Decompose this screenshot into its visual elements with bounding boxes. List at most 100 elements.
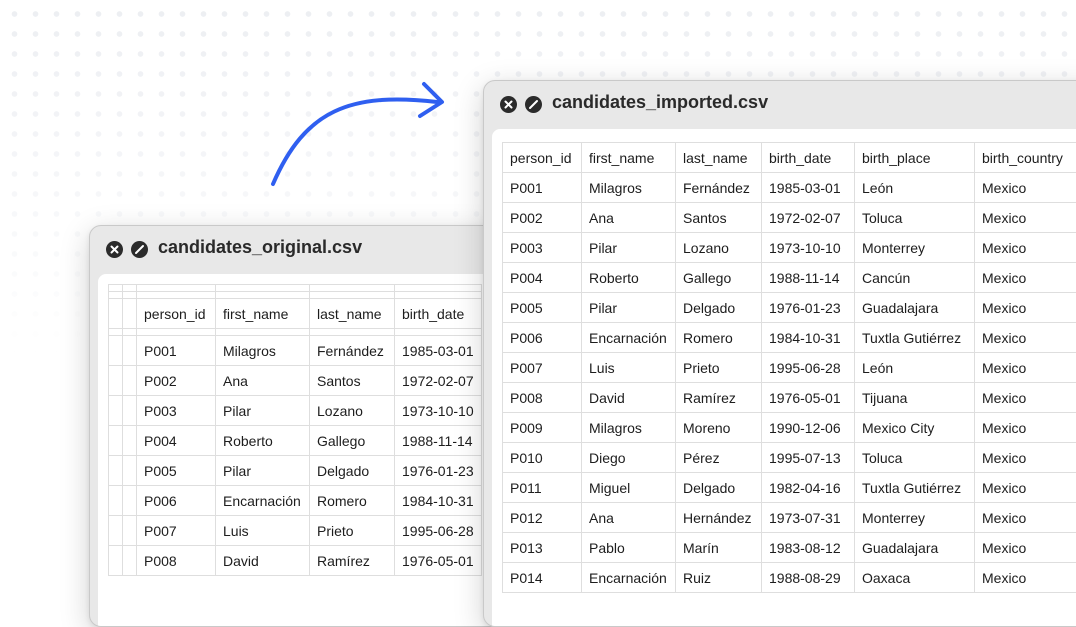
table-cell[interactable]: P005 <box>503 293 582 323</box>
table-cell[interactable]: Ana <box>216 366 310 396</box>
table-cell[interactable]: Fernández <box>310 336 395 366</box>
table-row[interactable]: P010DiegoPérez1995-07-13TolucaMexico <box>503 443 1076 473</box>
table-cell[interactable]: Moreno <box>676 413 762 443</box>
table-row[interactable]: P006EncarnaciónRomero1984-10-31Tuxtla Gu… <box>503 323 1076 353</box>
table-row[interactable]: P012AnaHernández1973-07-31MonterreyMexic… <box>503 503 1076 533</box>
table-row[interactable]: P003PilarLozano1973-10-10MonterreyMexico <box>503 233 1076 263</box>
column-header[interactable]: person_id <box>137 299 216 329</box>
table-cell[interactable]: León <box>855 353 975 383</box>
table-cell[interactable]: 1984-10-31 <box>395 486 482 516</box>
table-cell[interactable]: Mexico <box>975 563 1076 593</box>
table-cell[interactable]: Pilar <box>216 456 310 486</box>
table-cell[interactable]: Mexico <box>975 533 1076 563</box>
table-cell[interactable]: Luis <box>216 516 310 546</box>
table-cell[interactable]: 1995-07-13 <box>762 443 855 473</box>
table-cell[interactable]: Marín <box>676 533 762 563</box>
table-cell[interactable]: Prieto <box>676 353 762 383</box>
table-cell[interactable]: Encarnación <box>216 486 310 516</box>
table-cell[interactable]: León <box>855 173 975 203</box>
close-icon[interactable] <box>106 241 123 258</box>
table-cell[interactable]: 1988-11-14 <box>762 263 855 293</box>
table-cell[interactable]: P012 <box>503 503 582 533</box>
table-cell[interactable]: Mexico <box>975 203 1076 233</box>
table-cell[interactable]: Tuxtla Gutiérrez <box>855 473 975 503</box>
table-cell[interactable]: Diego <box>582 443 676 473</box>
table-cell[interactable]: Mexico <box>975 173 1076 203</box>
column-header[interactable]: person_id <box>503 143 582 173</box>
table-cell[interactable]: Pilar <box>582 233 676 263</box>
table-cell[interactable]: P001 <box>503 173 582 203</box>
table-cell[interactable]: Pérez <box>676 443 762 473</box>
table-cell[interactable]: 1976-05-01 <box>395 546 482 576</box>
table-cell[interactable]: Guadalajara <box>855 533 975 563</box>
table-cell[interactable]: 1976-05-01 <box>762 383 855 413</box>
table-cell[interactable]: 1976-01-23 <box>395 456 482 486</box>
table-cell[interactable]: P007 <box>503 353 582 383</box>
column-header[interactable]: last_name <box>310 299 395 329</box>
table-row[interactable]: P007LuisPrieto1995-06-28LeónMexico <box>503 353 1076 383</box>
table-cell[interactable]: 1972-02-07 <box>762 203 855 233</box>
column-header[interactable]: birth_date <box>395 299 482 329</box>
table-row[interactable]: P006EncarnaciónRomero1984-10-31 <box>109 486 482 516</box>
table-cell[interactable]: Romero <box>676 323 762 353</box>
table-cell[interactable]: Toluca <box>855 203 975 233</box>
close-icon[interactable] <box>500 96 517 113</box>
table-cell[interactable]: David <box>582 383 676 413</box>
table-cell[interactable]: P005 <box>137 456 216 486</box>
column-header[interactable]: last_name <box>676 143 762 173</box>
column-header[interactable]: birth_date <box>762 143 855 173</box>
table-row[interactable]: P001MilagrosFernández1985-03-01LeónMexic… <box>503 173 1076 203</box>
table-row[interactable]: P008DavidRamírez1976-05-01 <box>109 546 482 576</box>
table-cell[interactable]: Luis <box>582 353 676 383</box>
table-cell[interactable]: Toluca <box>855 443 975 473</box>
table-cell[interactable]: Santos <box>310 366 395 396</box>
table-cell[interactable]: P006 <box>137 486 216 516</box>
table-cell[interactable]: Mexico <box>975 473 1076 503</box>
table-cell[interactable]: Pablo <box>582 533 676 563</box>
table-cell[interactable]: Ramírez <box>676 383 762 413</box>
table-cell[interactable]: Pilar <box>582 293 676 323</box>
table-cell[interactable]: Mexico <box>975 353 1076 383</box>
table-cell[interactable]: P013 <box>503 533 582 563</box>
table-cell[interactable]: Mexico <box>975 383 1076 413</box>
table-cell[interactable]: 1985-03-01 <box>762 173 855 203</box>
table-row[interactable]: P003PilarLozano1973-10-10 <box>109 396 482 426</box>
table-cell[interactable]: Mexico <box>975 293 1076 323</box>
table-cell[interactable]: Monterrey <box>855 503 975 533</box>
table-cell[interactable]: P004 <box>503 263 582 293</box>
table-cell[interactable]: Prieto <box>310 516 395 546</box>
table-cell[interactable]: Ramírez <box>310 546 395 576</box>
table-row[interactable]: P009MilagrosMoreno1990-12-06Mexico CityM… <box>503 413 1076 443</box>
table-row[interactable]: P002AnaSantos1972-02-07 <box>109 366 482 396</box>
table-cell[interactable]: 1983-08-12 <box>762 533 855 563</box>
table-cell[interactable]: Miguel <box>582 473 676 503</box>
table-cell[interactable]: P001 <box>137 336 216 366</box>
column-header[interactable]: birth_place <box>855 143 975 173</box>
table-cell[interactable]: Lozano <box>310 396 395 426</box>
table-cell[interactable]: Roberto <box>216 426 310 456</box>
table-row[interactable]: P008DavidRamírez1976-05-01TijuanaMexico <box>503 383 1076 413</box>
table-cell[interactable]: Mexico <box>975 503 1076 533</box>
table-cell[interactable]: Delgado <box>676 473 762 503</box>
table-cell[interactable]: P003 <box>137 396 216 426</box>
table-cell[interactable]: Mexico <box>975 443 1076 473</box>
table-cell[interactable]: Ruiz <box>676 563 762 593</box>
table-cell[interactable]: Mexico <box>975 413 1076 443</box>
table-cell[interactable]: 1990-12-06 <box>762 413 855 443</box>
table-cell[interactable]: Mexico <box>975 263 1076 293</box>
table-row[interactable]: P002AnaSantos1972-02-07TolucaMexico <box>503 203 1076 233</box>
table-row[interactable]: P013PabloMarín1983-08-12GuadalajaraMexic… <box>503 533 1076 563</box>
table-cell[interactable]: Delgado <box>310 456 395 486</box>
table-cell[interactable]: P014 <box>503 563 582 593</box>
column-header[interactable]: first_name <box>216 299 310 329</box>
table-cell[interactable]: Mexico <box>975 323 1076 353</box>
table-cell[interactable]: 1982-04-16 <box>762 473 855 503</box>
table-row[interactable]: P011MiguelDelgado1982-04-16Tuxtla Gutiér… <box>503 473 1076 503</box>
column-header[interactable]: first_name <box>582 143 676 173</box>
table-cell[interactable]: P008 <box>503 383 582 413</box>
table-cell[interactable]: Guadalajara <box>855 293 975 323</box>
table-cell[interactable]: P002 <box>137 366 216 396</box>
table-row[interactable]: P004RobertoGallego1988-11-14 <box>109 426 482 456</box>
table-cell[interactable]: Milagros <box>582 413 676 443</box>
table-row[interactable]: P004RobertoGallego1988-11-14CancúnMexico <box>503 263 1076 293</box>
